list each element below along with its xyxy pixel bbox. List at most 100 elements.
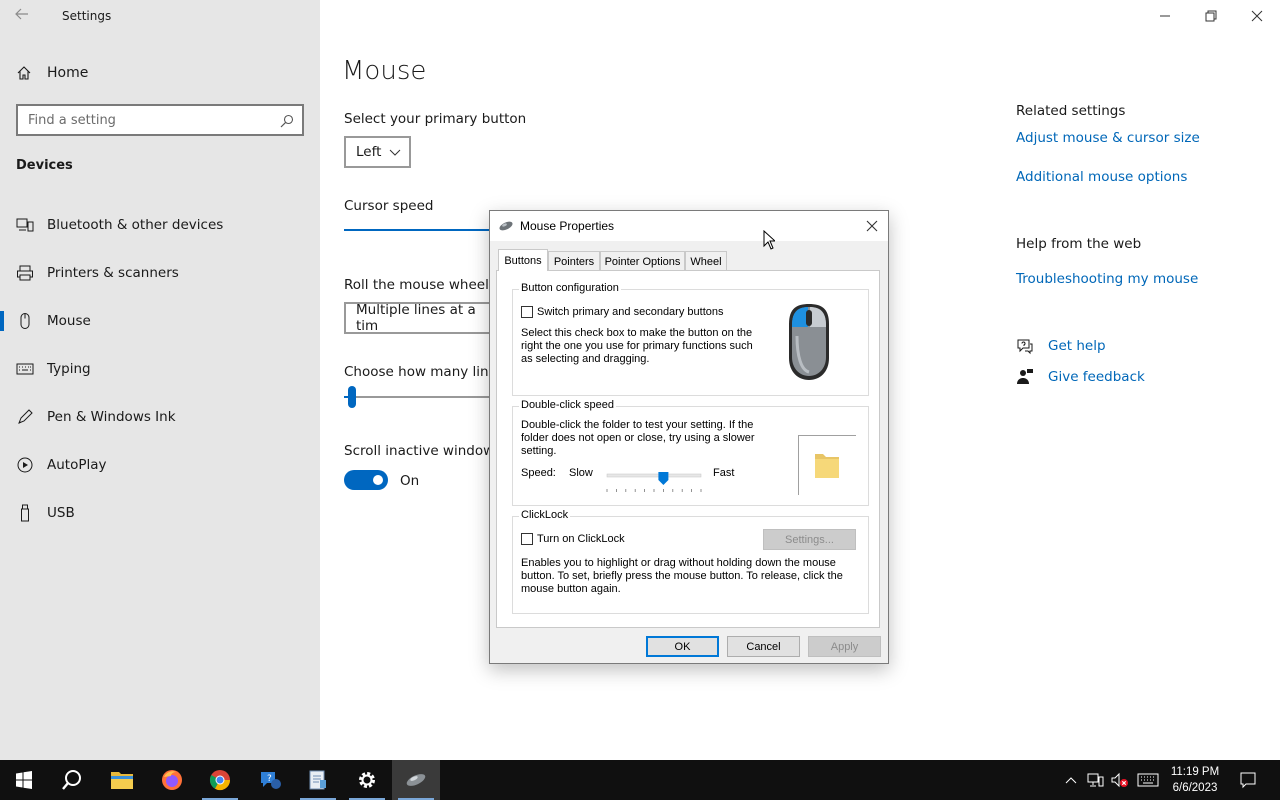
clicklock-desc-line: Enables you to highlight or drag without… (521, 557, 836, 569)
sidebar-item-label: USB (47, 505, 75, 521)
tab-pointers[interactable]: Pointers (548, 251, 600, 271)
dialog-titlebar[interactable]: Mouse Properties (490, 211, 888, 241)
sidebar-home[interactable]: Home (16, 62, 88, 84)
related-settings-title: Related settings (1016, 103, 1126, 119)
group-title: Double-click speed (519, 399, 616, 411)
primary-button-dropdown[interactable]: Left (344, 136, 411, 168)
taskbar-firefox[interactable] (148, 760, 196, 800)
action-center-button[interactable] (1238, 770, 1258, 790)
cursor-speed-slider[interactable] (344, 229, 490, 231)
switch-buttons-checkbox[interactable] (521, 306, 533, 318)
tab-pointer-options[interactable]: Pointer Options (600, 251, 685, 271)
taskbar-chrome[interactable] (196, 760, 244, 800)
sidebar-item-label: Printers & scanners (47, 265, 179, 281)
taskbar-help[interactable]: ? (246, 760, 294, 800)
give-feedback-row[interactable]: Give feedback (1016, 368, 1145, 386)
clicklock-settings-button[interactable]: Settings... (763, 529, 856, 550)
sidebar-item-typing[interactable]: Typing (0, 349, 320, 389)
ok-button[interactable]: OK (646, 636, 719, 657)
minimize-icon (1160, 15, 1170, 17)
buttons-tab-panel: Button configuration Switch primary and … (496, 270, 880, 628)
dialog-close-button[interactable] (860, 215, 884, 237)
lines-slider-thumb[interactable] (348, 386, 356, 408)
volume-tray-icon[interactable] (1110, 770, 1130, 790)
button-config-desc-line: as selecting and dragging. (521, 353, 650, 365)
scroll-inactive-toggle[interactable] (344, 470, 388, 490)
start-button[interactable] (0, 760, 48, 800)
search-icon[interactable] (280, 113, 294, 128)
help-from-web-title: Help from the web (1016, 236, 1142, 252)
close-icon (1251, 10, 1263, 22)
clicklock-desc-line: button. To set, briefly press the mouse … (521, 570, 843, 582)
group-title: ClickLock (519, 509, 571, 521)
additional-mouse-options-link[interactable]: Additional mouse options (1016, 169, 1187, 185)
search-box[interactable] (16, 104, 304, 136)
tab-buttons[interactable]: Buttons (498, 249, 548, 271)
taskbar: ? 11:19 PM 6/6/2023 (0, 760, 1280, 800)
section-title: Devices (16, 158, 73, 173)
clock-date: 6/6/2023 (1172, 782, 1218, 794)
cancel-button[interactable]: Cancel (727, 636, 800, 657)
taskbar-settings[interactable] (343, 760, 391, 800)
button-config-desc-line: Select this check box to make the button… (521, 327, 753, 339)
test-folder-area[interactable] (798, 435, 856, 495)
settings-icon (359, 772, 375, 788)
troubleshooting-link[interactable]: Troubleshooting my mouse (1016, 271, 1198, 287)
primary-button-value: Left (356, 144, 382, 160)
switch-buttons-label: Switch primary and secondary buttons (537, 306, 724, 318)
chevron-up-icon (1065, 777, 1077, 784)
sidebar-item-bluetooth[interactable]: Bluetooth & other devices (0, 205, 320, 245)
back-arrow-icon[interactable] (14, 6, 34, 26)
dialog-title: Mouse Properties (520, 219, 615, 233)
search-input[interactable] (18, 106, 268, 134)
lines-label: Choose how many lines (344, 364, 504, 380)
double-click-speed-slider[interactable] (604, 468, 704, 498)
close-window-button[interactable] (1234, 0, 1280, 32)
notifications-icon (1240, 772, 1256, 789)
minimize-button[interactable] (1142, 0, 1188, 32)
restore-icon (1205, 10, 1217, 22)
slow-label: Slow (569, 467, 593, 479)
sidebar-item-label: Mouse (47, 313, 91, 329)
keyboard-icon (1137, 773, 1159, 787)
close-icon (866, 220, 878, 232)
autoplay-icon (16, 456, 34, 474)
scroll-inactive-label: Scroll inactive windows (344, 443, 502, 459)
touch-keyboard-tray-icon[interactable] (1136, 770, 1160, 790)
sidebar-item-label: Bluetooth & other devices (47, 217, 224, 233)
taskbar-search-button[interactable] (48, 760, 96, 800)
taskbar-notepad[interactable] (294, 760, 342, 800)
clicklock-label: Turn on ClickLock (537, 533, 625, 545)
restore-button[interactable] (1188, 0, 1234, 32)
double-click-desc-line: folder does not open or close, try using… (521, 432, 755, 444)
network-tray-icon[interactable] (1085, 770, 1105, 790)
mouse-properties-dialog: Mouse Properties Buttons Pointers Pointe… (489, 210, 889, 664)
bluetooth-devices-icon (16, 216, 34, 234)
adjust-cursor-size-link[interactable]: Adjust mouse & cursor size (1016, 130, 1200, 146)
mouse-properties-icon (406, 774, 426, 786)
apply-button[interactable]: Apply (808, 636, 881, 657)
get-help-link: Get help (1048, 338, 1106, 354)
sidebar-item-autoplay[interactable]: AutoPlay (0, 445, 320, 485)
double-click-group: Double-click speed Double-click the fold… (512, 399, 869, 506)
sidebar-item-label: Typing (47, 361, 91, 377)
sidebar-item-pen[interactable]: Pen & Windows Ink (0, 397, 320, 437)
mouse-properties-icon (498, 220, 514, 232)
taskbar-file-explorer[interactable] (98, 760, 146, 800)
sidebar-item-printers[interactable]: Printers & scanners (0, 253, 320, 293)
get-help-row[interactable]: Get help (1016, 337, 1106, 355)
tab-wheel[interactable]: Wheel (685, 251, 727, 271)
show-hidden-icons-button[interactable] (1061, 770, 1081, 790)
firefox-icon (162, 770, 182, 790)
taskbar-clock[interactable]: 11:19 PM 6/6/2023 (1162, 764, 1228, 796)
sidebar-item-mouse[interactable]: Mouse (0, 301, 320, 341)
settings-sidebar: Settings Home Devices Bluetooth & other … (0, 0, 320, 760)
roll-wheel-dropdown[interactable]: Multiple lines at a tim (344, 302, 490, 334)
sidebar-item-usb[interactable]: USB (0, 493, 320, 533)
taskbar-mouse-properties[interactable] (392, 760, 440, 800)
mouse-cursor-icon (763, 229, 777, 250)
clicklock-checkbox[interactable] (521, 533, 533, 545)
slider-thumb[interactable] (658, 468, 669, 485)
feedback-icon (1016, 368, 1034, 386)
double-click-desc-line: setting. (521, 445, 557, 457)
